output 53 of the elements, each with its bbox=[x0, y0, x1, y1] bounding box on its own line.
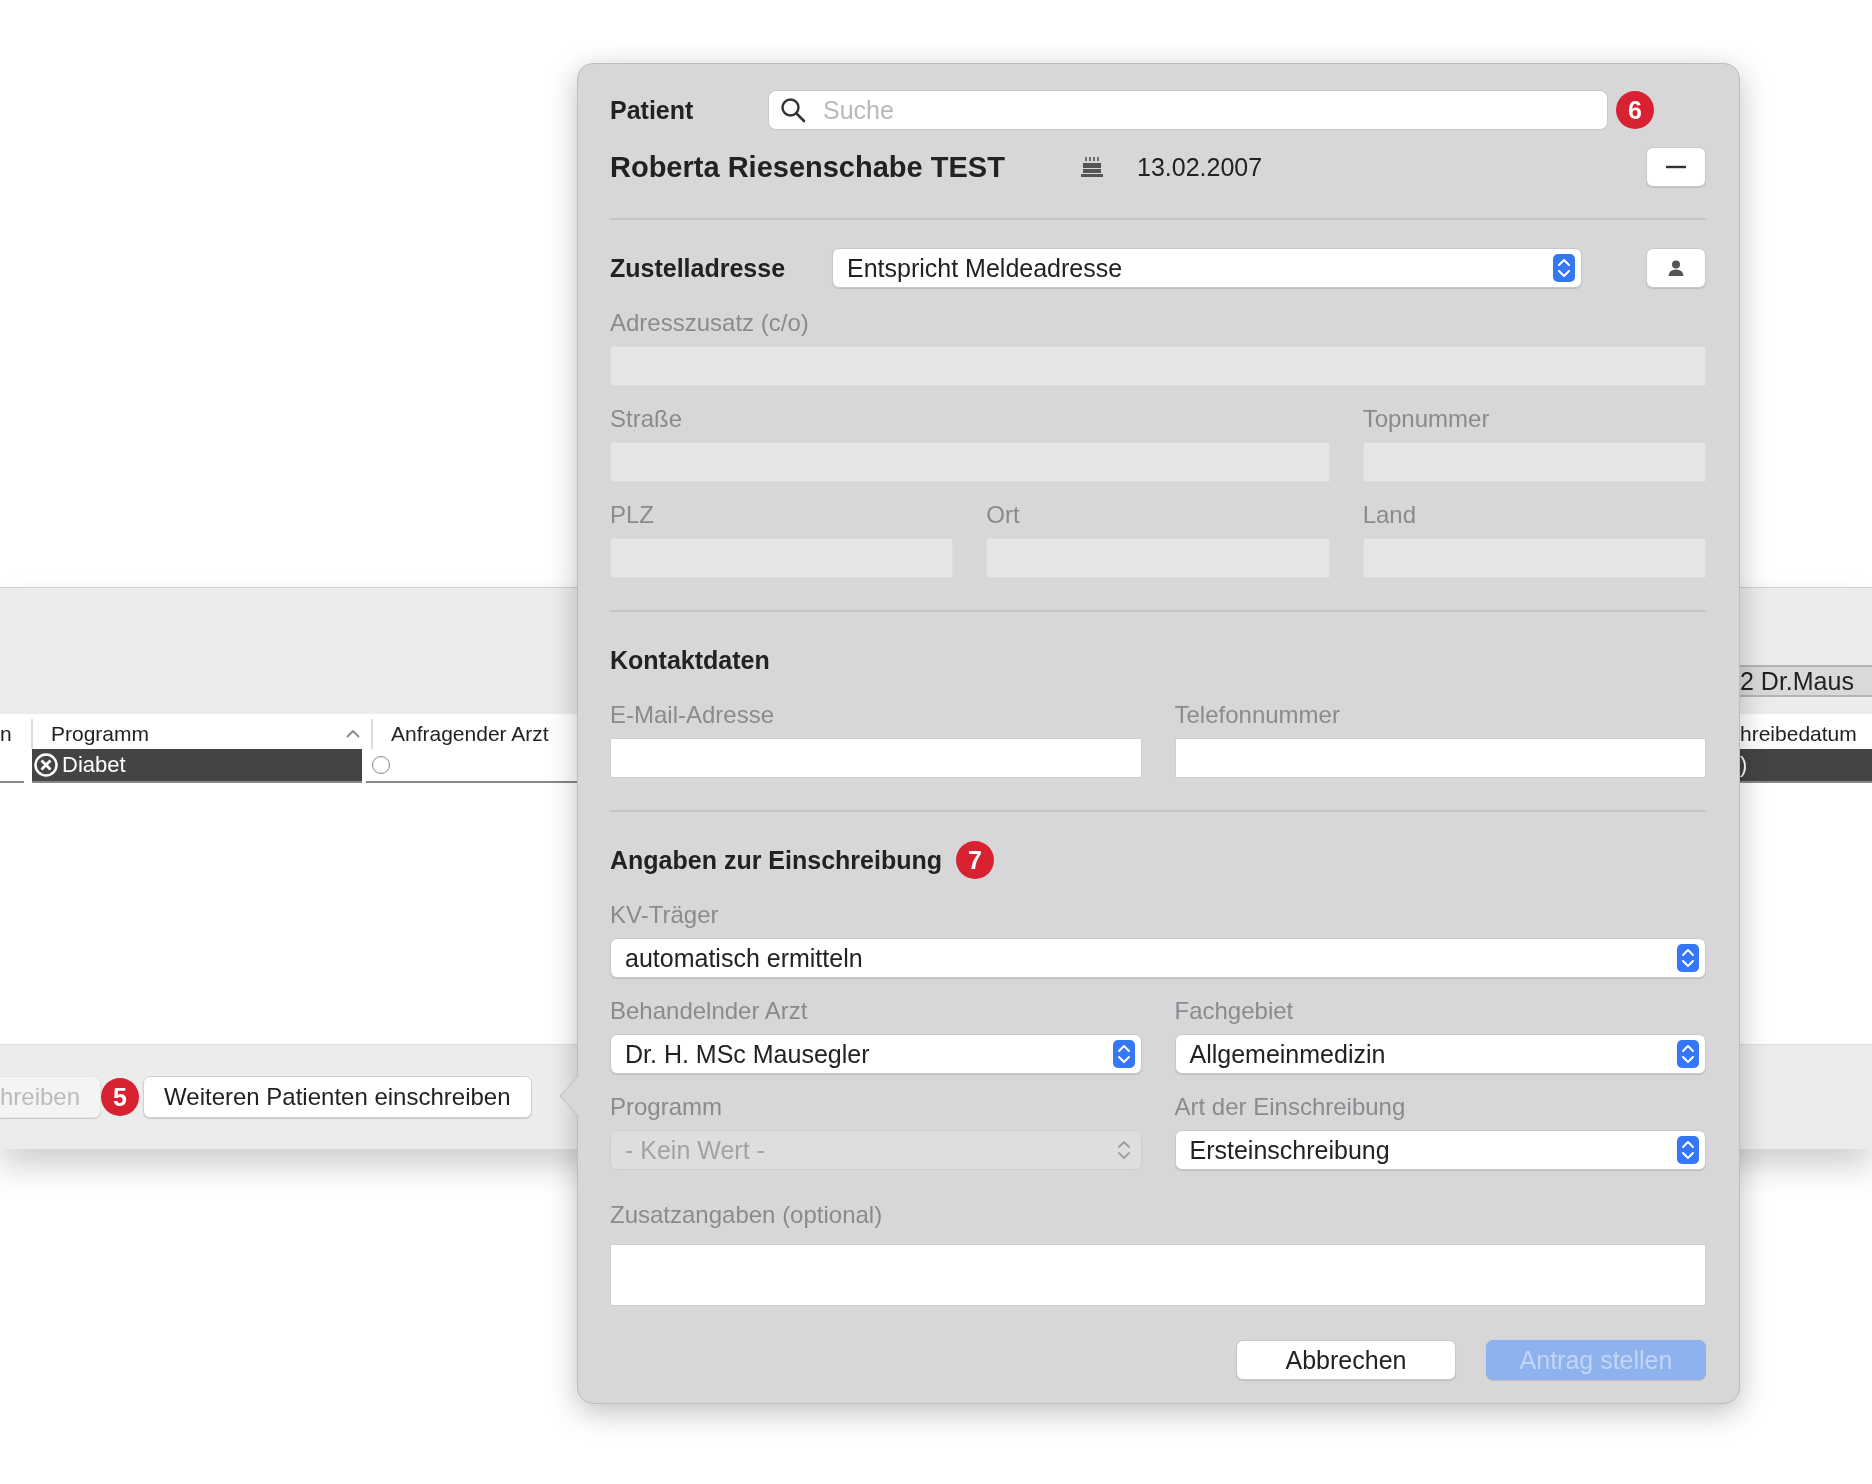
field-label: PLZ bbox=[610, 500, 655, 530]
field-label: Straße bbox=[610, 404, 684, 434]
dropdown[interactable]: Ersteinschreibung bbox=[1174, 1130, 1706, 1170]
field-label: Patient bbox=[610, 95, 695, 125]
table-cell[interactable]: Diabet bbox=[32, 749, 362, 783]
field-label: Topnummer bbox=[1362, 404, 1491, 434]
text-area[interactable] bbox=[610, 1244, 1706, 1306]
field-label: Art der Einschreibung bbox=[1174, 1092, 1407, 1122]
person-icon bbox=[1667, 259, 1685, 277]
stepper-icon bbox=[1553, 254, 1575, 282]
birth-date: 13.02.2007 bbox=[1137, 152, 1264, 182]
section-title: Zustelladresse bbox=[610, 253, 787, 283]
section-title: Kontaktdaten bbox=[610, 645, 770, 675]
input-field[interactable] bbox=[1174, 738, 1706, 778]
field-label: Land bbox=[1362, 500, 1418, 530]
step-badge: 5 bbox=[101, 1078, 140, 1116]
field-label: KV-Träger bbox=[610, 900, 720, 930]
address-dropdown[interactable]: Entspricht Meldeadresse bbox=[832, 248, 1582, 288]
column-header[interactable]: hreibedatum bbox=[1740, 719, 1857, 749]
dialog-button[interactable]: Abbrechen bbox=[1236, 1340, 1456, 1380]
stepper-icon bbox=[1677, 944, 1699, 972]
step-badge: 7 bbox=[956, 841, 994, 879]
field-label: Adresszusatz (c/o) bbox=[610, 308, 810, 338]
section-title: Angaben zur Einschreibung bbox=[610, 845, 942, 875]
minus-icon bbox=[1666, 165, 1686, 169]
column-header[interactable]: n bbox=[0, 719, 31, 749]
remove-button[interactable] bbox=[1646, 147, 1706, 187]
field-label: Fachgebiet bbox=[1174, 996, 1295, 1026]
sort-caret-icon bbox=[345, 729, 361, 739]
field-label: Programm bbox=[610, 1092, 724, 1122]
stepper-icon bbox=[1677, 1040, 1699, 1068]
table-cell: ) bbox=[1740, 749, 1872, 783]
dropdown[interactable]: Dr. H. MSc Mausegler bbox=[610, 1034, 1142, 1074]
cake-icon bbox=[1080, 155, 1104, 179]
doctor-field[interactable]: 2 Dr.Maus bbox=[1740, 665, 1872, 697]
field-label: Ort bbox=[986, 500, 1021, 530]
field-label: Zusatzangaben (optional) bbox=[610, 1200, 884, 1230]
step-badge: 6 bbox=[1616, 91, 1654, 129]
radio-button[interactable] bbox=[372, 756, 390, 774]
input-field[interactable] bbox=[610, 738, 1142, 778]
remove-icon bbox=[34, 753, 58, 777]
enroll-button[interactable]: Weiteren Patienten einschreiben bbox=[143, 1076, 532, 1118]
search-field[interactable]: Suche bbox=[768, 90, 1608, 130]
stepper-icon bbox=[1112, 1040, 1135, 1068]
contact-button[interactable] bbox=[1646, 248, 1706, 288]
dropdown[interactable]: Allgemeinmedizin bbox=[1174, 1034, 1706, 1074]
field-label: Telefonnummer bbox=[1174, 700, 1341, 730]
dropdown[interactable]: automatisch ermitteln bbox=[610, 938, 1706, 978]
stepper-icon bbox=[1677, 1136, 1699, 1164]
field-label: E-Mail-Adresse bbox=[610, 700, 776, 730]
patient-name: Roberta Riesenschabe TEST bbox=[610, 150, 1006, 184]
field-label: Behandelnder Arzt bbox=[610, 996, 809, 1026]
search-icon bbox=[780, 97, 806, 123]
